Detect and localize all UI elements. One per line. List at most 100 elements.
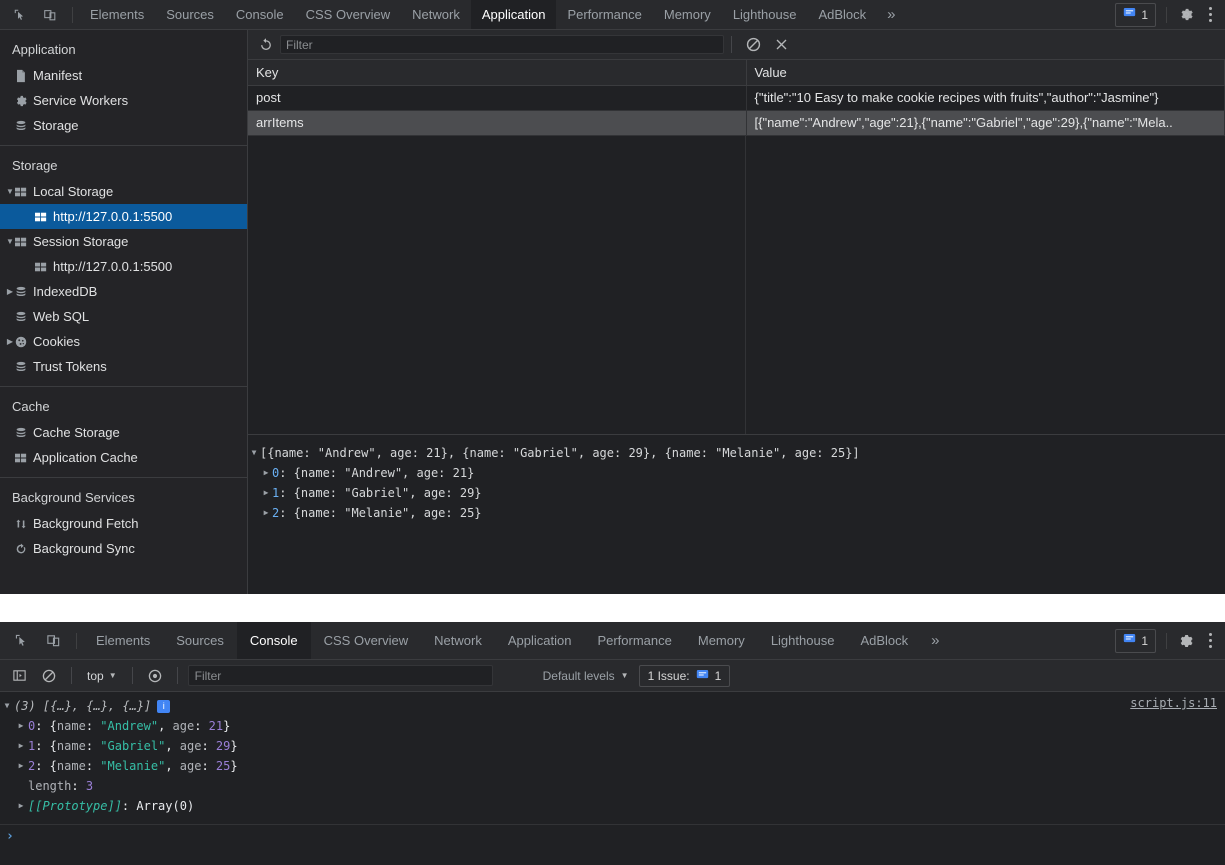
column-header-value[interactable]: Value	[746, 60, 1225, 86]
sidebar-item-manifest[interactable]: Manifest	[0, 63, 247, 88]
preview-root-line[interactable]: ▼ [{name: "Andrew", age: 21}, {name: "Gab…	[248, 443, 1225, 463]
preview-child-line[interactable]: ▶ 2: {name: "Melanie", age: 25}	[248, 503, 1225, 523]
tabbar-left-icons	[0, 0, 66, 29]
item-value-age: 21	[208, 719, 224, 733]
source-link[interactable]: script.js:11	[1130, 696, 1217, 710]
chevron-right-icon[interactable]: ▶	[14, 796, 28, 816]
cell-value[interactable]: {"title":"10 Easy to make cookie recipes…	[746, 85, 1225, 111]
tab-css-overview[interactable]: CSS Overview	[311, 622, 422, 659]
chevron-right-icon[interactable]: ▶	[260, 463, 272, 483]
chevron-down-icon[interactable]: ▼	[4, 179, 16, 204]
preview-child-line[interactable]: ▶ 0: {name: "Andrew", age: 21}	[248, 463, 1225, 483]
sidebar-item-trust-tokens[interactable]: Trust Tokens	[0, 354, 247, 379]
sidebar-item-web-sql[interactable]: Web SQL	[0, 304, 247, 329]
tab-elements[interactable]: Elements	[83, 622, 163, 659]
log-levels-selector[interactable]: Default levels ▼	[543, 669, 629, 683]
chevron-down-icon[interactable]: ▼	[248, 443, 260, 463]
chevron-right-icon[interactable]: ▶	[4, 279, 16, 304]
sidebar-item-cache-storage[interactable]: Cache Storage	[0, 420, 247, 445]
gear-icon[interactable]	[1173, 628, 1199, 654]
sidebar-label: Background Sync	[33, 541, 135, 556]
tab-adblock[interactable]: AdBlock	[847, 622, 921, 659]
tab-sources[interactable]: Sources	[163, 622, 237, 659]
kebab-menu-icon[interactable]	[1199, 7, 1221, 22]
chevron-right-icon[interactable]: ▶	[14, 736, 28, 756]
execution-context-selector[interactable]: top ▼	[79, 665, 125, 687]
more-tabs-icon[interactable]: »	[877, 0, 905, 29]
tab-application[interactable]: Application	[495, 622, 585, 659]
tab-memory[interactable]: Memory	[653, 0, 722, 29]
tab-console[interactable]: Console	[236, 622, 311, 659]
chevron-right-icon[interactable]: ▶	[4, 329, 16, 354]
sidebar-item-indexeddb[interactable]: ▶ IndexedDB	[0, 279, 247, 304]
storage-filter-input[interactable]	[280, 35, 724, 54]
table-icon	[34, 211, 53, 223]
chevron-right-icon[interactable]: ▶	[14, 716, 28, 736]
inspect-element-icon[interactable]	[6, 626, 36, 656]
console-array-item[interactable]: ▶ 2: {name: "Melanie", age: 25}	[0, 756, 1225, 776]
tab-memory[interactable]: Memory	[685, 622, 758, 659]
issues-badge[interactable]: 1	[1115, 2, 1156, 27]
chevron-right-icon[interactable]: ▶	[260, 483, 272, 503]
sidebar-item-session-storage-origin[interactable]: http://127.0.0.1:5500	[0, 254, 247, 279]
tab-network[interactable]: Network	[401, 0, 471, 29]
cell-value[interactable]: [{"name":"Andrew","age":21},{"name":"Gab…	[746, 110, 1225, 136]
item-comma: ,	[165, 759, 180, 773]
clear-console-icon[interactable]	[34, 663, 64, 689]
sidebar-item-local-storage[interactable]: ▼ Local Storage	[0, 179, 247, 204]
console-array-item[interactable]: ▶ 0: {name: "Andrew", age: 21}	[0, 716, 1225, 736]
more-tabs-icon[interactable]: »	[921, 622, 949, 659]
sidebar-item-application-cache[interactable]: Application Cache	[0, 445, 247, 470]
tab-performance[interactable]: Performance	[584, 622, 684, 659]
tabbar-left-icons	[0, 622, 70, 659]
chevron-down-icon: ▼	[620, 671, 629, 680]
tab-console[interactable]: Console	[225, 0, 295, 29]
preview-child-line[interactable]: ▶ 1: {name: "Gabriel", age: 29}	[248, 483, 1225, 503]
tab-lighthouse[interactable]: Lighthouse	[758, 622, 848, 659]
refresh-icon[interactable]	[252, 32, 280, 58]
issues-badge[interactable]: 1	[1115, 628, 1156, 653]
sidebar-item-background-fetch[interactable]: Background Fetch	[0, 511, 247, 536]
sidebar-item-background-sync[interactable]: Background Sync	[0, 536, 247, 561]
info-badge-icon[interactable]: i	[157, 699, 171, 713]
item-comma: ,	[165, 739, 180, 753]
console-issues-badge[interactable]: 1 Issue: 1	[638, 664, 731, 687]
tab-adblock[interactable]: AdBlock	[807, 0, 877, 29]
tab-application[interactable]: Application	[470, 0, 557, 29]
tab-lighthouse[interactable]: Lighthouse	[722, 0, 808, 29]
chevron-right-icon[interactable]: ▶	[14, 756, 28, 776]
console-prompt[interactable]: ›	[0, 824, 1225, 848]
table-row[interactable]: arrItems [{"name":"Andrew","age":21},{"n…	[248, 110, 1225, 136]
sidebar-item-storage[interactable]: Storage	[0, 113, 247, 138]
chevron-right-icon[interactable]: ▶	[260, 503, 272, 523]
tab-network[interactable]: Network	[421, 622, 495, 659]
chevron-down-icon[interactable]: ▼	[4, 229, 16, 254]
sidebar-item-cookies[interactable]: ▶ Cookies	[0, 329, 247, 354]
delete-selected-icon[interactable]	[767, 32, 795, 58]
console-filter-input[interactable]	[187, 665, 493, 686]
tab-css-overview[interactable]: CSS Overview	[295, 0, 402, 29]
sidebar-label: Trust Tokens	[33, 359, 107, 374]
table-row[interactable]: post {"title":"10 Easy to make cookie re…	[248, 85, 1225, 111]
tab-performance[interactable]: Performance	[556, 0, 652, 29]
gear-icon[interactable]	[1173, 2, 1199, 28]
cell-key[interactable]: arrItems	[248, 110, 747, 136]
device-toolbar-icon[interactable]	[36, 1, 64, 29]
sidebar-item-local-storage-origin[interactable]: http://127.0.0.1:5500	[0, 204, 247, 229]
console-message-header[interactable]: ▼ (3) [{…}, {…}, {…}] i	[0, 696, 1225, 716]
chevron-down-icon[interactable]: ▼	[0, 696, 14, 716]
console-prototype-row[interactable]: ▶ [[Prototype]]: Array(0)	[0, 796, 1225, 816]
cell-key[interactable]: post	[248, 85, 747, 111]
kebab-menu-icon[interactable]	[1199, 633, 1221, 648]
tab-elements[interactable]: Elements	[79, 0, 155, 29]
inspect-element-icon[interactable]	[6, 1, 34, 29]
console-sidebar-icon[interactable]	[4, 663, 34, 689]
tab-sources[interactable]: Sources	[155, 0, 225, 29]
console-array-item[interactable]: ▶ 1: {name: "Gabriel", age: 29}	[0, 736, 1225, 756]
column-header-key[interactable]: Key	[248, 60, 747, 86]
clear-all-icon[interactable]	[739, 32, 767, 58]
sidebar-item-service-workers[interactable]: Service Workers	[0, 88, 247, 113]
device-toolbar-icon[interactable]	[38, 626, 68, 656]
live-expression-icon[interactable]	[140, 663, 170, 689]
sidebar-item-session-storage[interactable]: ▼ Session Storage	[0, 229, 247, 254]
